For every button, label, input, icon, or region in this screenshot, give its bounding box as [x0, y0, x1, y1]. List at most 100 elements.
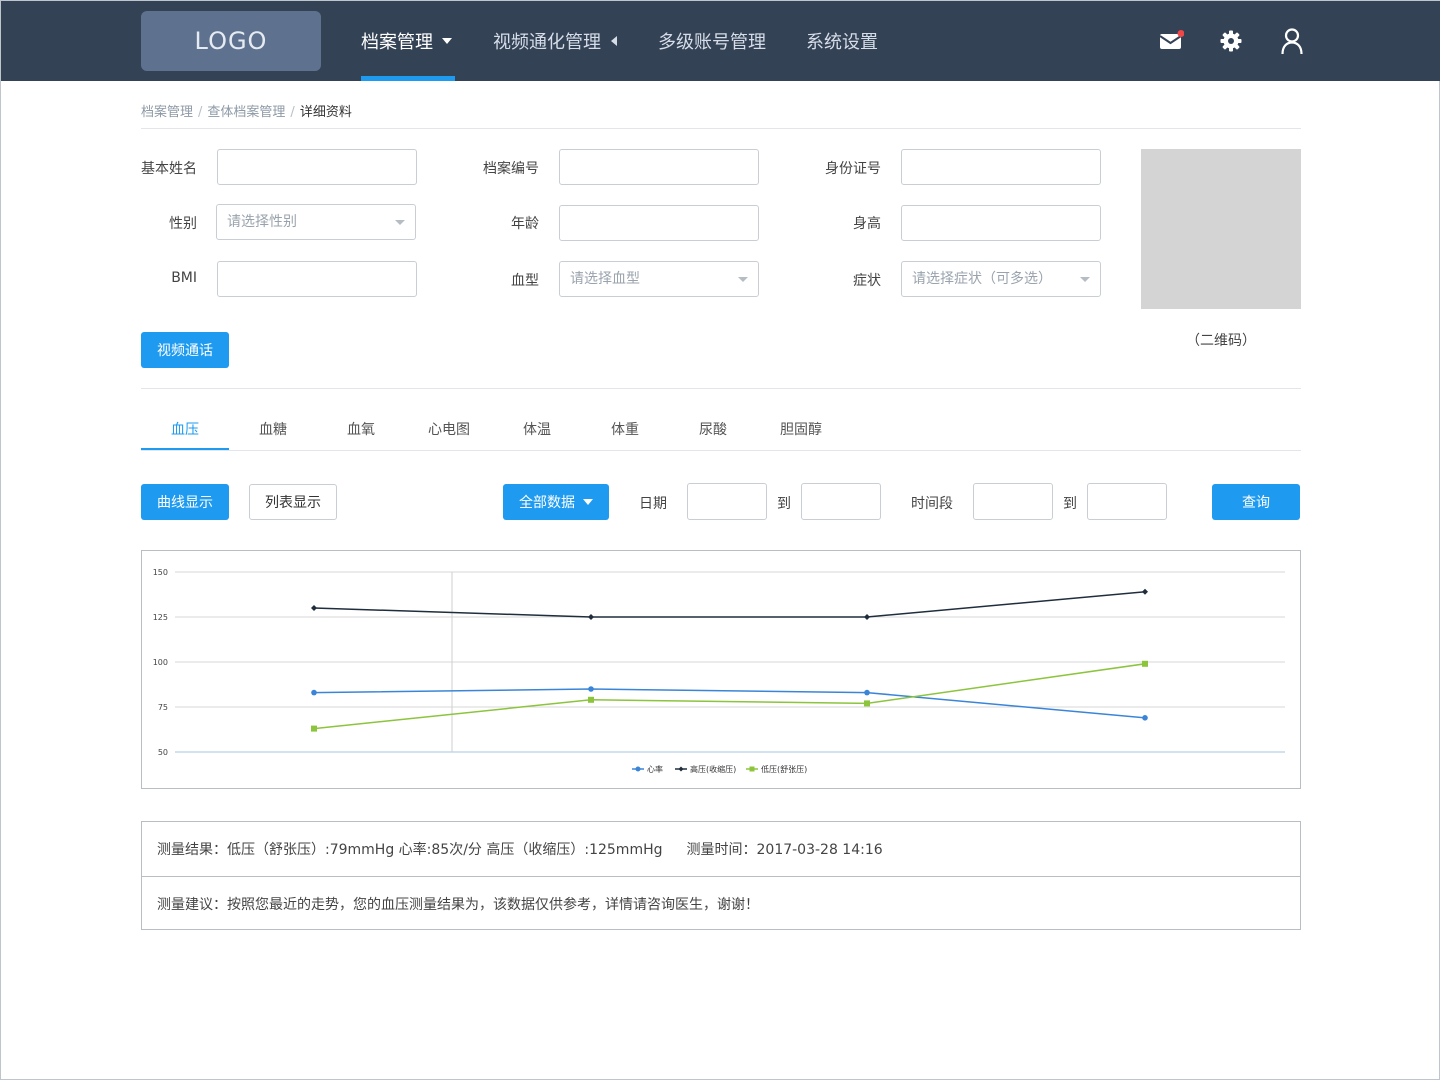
tab-blood-sugar[interactable]: 血糖 [229, 413, 317, 451]
gender-select-placeholder: 请选择性别 [227, 214, 297, 230]
y-tick-label: 75 [158, 703, 168, 712]
date-start-input[interactable] [687, 483, 767, 520]
breadcrumb-separator: / [290, 105, 295, 120]
result-row: 测量结果：低压（舒张压）:79mmHg 心率:85次/分 高压（收缩压）:125… [142, 822, 1300, 876]
blood-type-select[interactable]: 请选择血型 [559, 261, 759, 297]
top-navbar: LOGO 档案管理 视频通化管理 多级账号管理 系统设置 [1, 1, 1440, 81]
y-tick-label: 150 [153, 568, 168, 577]
measurement-time-text: 测量时间：2017-03-28 14:16 [686, 842, 883, 858]
measurement-advice-text: 测量建议：按照您最近的走势，您的血压测量结果为，该数据仅供参考，详情请咨询医生，… [157, 896, 759, 913]
file-no-input[interactable] [559, 149, 759, 185]
file-no-label: 档案编号 [483, 161, 539, 177]
age-label: 年龄 [511, 216, 539, 232]
breadcrumb-separator: / [198, 105, 203, 120]
blood-type-placeholder: 请选择血型 [570, 271, 640, 287]
date-to-label: 到 [777, 496, 791, 512]
logo[interactable]: LOGO [141, 11, 321, 71]
data-point [588, 686, 594, 692]
legend-label: 心率 [647, 764, 663, 774]
chart-canvas: 50 75 100 125 150 心率 高压(收缩压) 低压(舒张压) [153, 568, 1285, 774]
gender-label: 性别 [169, 216, 197, 232]
nav-archive-label: 档案管理 [361, 32, 433, 53]
blood-pressure-chart: 50 75 100 125 150 心率 高压(收缩压) 低压(舒张压) [141, 550, 1301, 789]
list-display-button[interactable]: 列表显示 [249, 484, 337, 520]
caret-down-icon [442, 38, 452, 44]
y-tick-label: 125 [153, 613, 168, 622]
age-input[interactable] [559, 205, 759, 241]
series-line [313, 663, 1146, 730]
legend-marker [678, 766, 684, 772]
name-input[interactable] [217, 149, 417, 185]
tab-blood-pressure[interactable]: 血压 [141, 413, 229, 451]
height-label: 身高 [853, 216, 881, 232]
nav-account-label: 多级账号管理 [658, 32, 766, 53]
symptom-placeholder: 请选择症状（可多选） [912, 271, 1052, 287]
caret-down-icon [583, 499, 593, 505]
tab-uric-acid[interactable]: 尿酸 [669, 413, 757, 451]
breadcrumb-item-current: 详细资料 [299, 105, 352, 120]
legend-marker [635, 766, 641, 772]
nav-account-management[interactable]: 多级账号管理 [658, 1, 766, 81]
data-point [311, 689, 317, 696]
divider [141, 388, 1301, 389]
divider [141, 128, 1301, 129]
nav-archive-management[interactable]: 档案管理 [361, 1, 452, 81]
query-button[interactable]: 查询 [1212, 484, 1300, 520]
data-point [1142, 660, 1148, 667]
mail-icon[interactable] [1157, 27, 1185, 55]
gender-select[interactable]: 请选择性别 [216, 204, 416, 240]
symptom-label: 症状 [853, 273, 881, 289]
user-icon[interactable] [1278, 27, 1306, 55]
all-data-dropdown[interactable]: 全部数据 [503, 484, 609, 520]
data-point [311, 605, 317, 611]
tabs-baseline [141, 450, 1301, 451]
series-line [313, 591, 1146, 618]
data-point [864, 700, 870, 707]
time-start-input[interactable] [973, 483, 1053, 520]
breadcrumb-item-exam-archive[interactable]: 查体档案管理 [207, 105, 285, 120]
id-label: 身份证号 [825, 161, 881, 177]
chevron-down-icon [395, 220, 405, 225]
caret-left-icon [611, 36, 617, 46]
symptom-select[interactable]: 请选择症状（可多选） [901, 261, 1101, 297]
data-point [588, 696, 594, 703]
legend-marker [749, 766, 755, 772]
qr-code-label: （二维码） [1186, 333, 1256, 349]
name-label: 基本姓名 [141, 161, 197, 177]
tab-weight[interactable]: 体重 [581, 413, 669, 451]
y-tick-label: 50 [158, 748, 168, 757]
bmi-input[interactable] [217, 261, 417, 297]
gear-icon[interactable] [1217, 27, 1245, 55]
chevron-down-icon [738, 277, 748, 282]
measurement-result-panel: 测量结果：低压（舒张压）:79mmHg 心率:85次/分 高压（收缩压）:125… [141, 821, 1301, 930]
tab-ecg[interactable]: 心电图 [405, 413, 493, 451]
data-point [864, 614, 870, 620]
time-to-label: 到 [1063, 496, 1077, 512]
breadcrumb: 档案管理 / 查体档案管理 / 详细资料 [141, 101, 352, 120]
id-input[interactable] [901, 149, 1101, 185]
legend-label: 低压(舒张压) [761, 764, 807, 774]
nav-system-settings[interactable]: 系统设置 [806, 1, 878, 81]
series-line [313, 688, 1146, 719]
data-point [864, 689, 870, 696]
data-point [588, 614, 594, 620]
data-point [1142, 588, 1148, 595]
qr-code-placeholder [1141, 149, 1301, 309]
curve-display-button[interactable]: 曲线显示 [141, 484, 229, 520]
chevron-down-icon [1080, 277, 1090, 282]
breadcrumb-item-archive[interactable]: 档案管理 [141, 105, 193, 120]
tab-cholesterol[interactable]: 胆固醇 [757, 413, 845, 451]
nav-video-management[interactable]: 视频通化管理 [493, 1, 617, 81]
blood-type-label: 血型 [511, 273, 539, 289]
video-call-button[interactable]: 视频通话 [141, 332, 229, 368]
tab-temperature[interactable]: 体温 [493, 413, 581, 451]
measurement-result-text: 测量结果：低压（舒张压）:79mmHg 心率:85次/分 高压（收缩压）:125… [157, 842, 663, 858]
y-tick-label: 100 [153, 658, 168, 667]
tab-blood-oxygen[interactable]: 血氧 [317, 413, 405, 451]
height-input[interactable] [901, 205, 1101, 241]
time-end-input[interactable] [1087, 483, 1167, 520]
advice-row: 测量建议：按照您最近的走势，您的血压测量结果为，该数据仅供参考，详情请咨询医生，… [142, 876, 1300, 930]
time-period-label: 时间段 [911, 496, 953, 512]
date-end-input[interactable] [801, 483, 881, 520]
data-point [1142, 715, 1148, 721]
